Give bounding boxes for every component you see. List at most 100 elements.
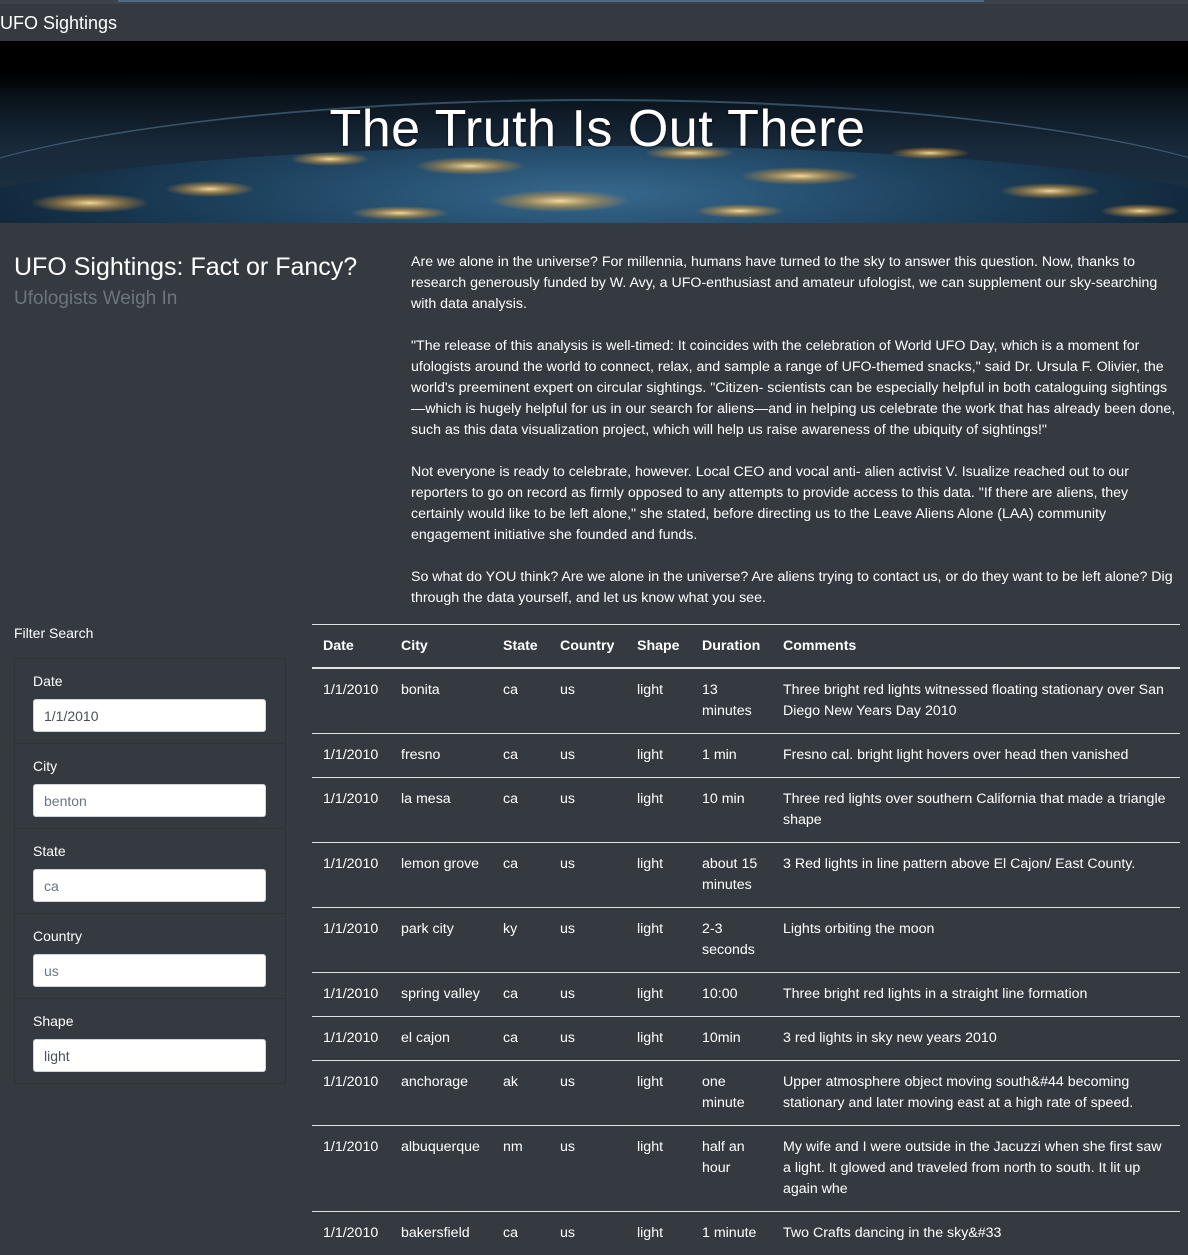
article-paragraph: "The release of this analysis is well-ti… bbox=[411, 336, 1181, 441]
cell-state: ky bbox=[492, 908, 549, 973]
cell-duration: 1 minute bbox=[691, 1212, 772, 1255]
table-row: 1/1/2010lemon grovecauslightabout 15 min… bbox=[312, 843, 1180, 908]
cell-city: anchorage bbox=[390, 1061, 492, 1126]
cell-city: albuquerque bbox=[390, 1126, 492, 1212]
cell-duration: 13 minutes bbox=[691, 668, 772, 734]
column-header-state: State bbox=[492, 625, 549, 669]
cell-shape: light bbox=[626, 1061, 691, 1126]
cell-country: us bbox=[549, 1017, 626, 1061]
cell-state: nm bbox=[492, 1126, 549, 1212]
table-row: 1/1/2010spring valleycauslight10:00Three… bbox=[312, 973, 1180, 1017]
table-row: 1/1/2010la mesacauslight10 minThree red … bbox=[312, 778, 1180, 843]
table-row: 1/1/2010bonitacauslight13 minutesThree b… bbox=[312, 668, 1180, 734]
cell-country: us bbox=[549, 908, 626, 973]
cell-date: 1/1/2010 bbox=[312, 1061, 390, 1126]
navbar: UFO Sightings bbox=[0, 4, 1188, 42]
cell-country: us bbox=[549, 1061, 626, 1126]
cell-city: el cajon bbox=[390, 1017, 492, 1061]
filter-search-title: Filter Search bbox=[14, 625, 93, 641]
cell-shape: light bbox=[626, 668, 691, 734]
cell-date: 1/1/2010 bbox=[312, 908, 390, 973]
cell-duration: 10 min bbox=[691, 778, 772, 843]
cell-date: 1/1/2010 bbox=[312, 843, 390, 908]
cell-date: 1/1/2010 bbox=[312, 1017, 390, 1061]
cell-state: ca bbox=[492, 973, 549, 1017]
cell-comments: 3 red lights in sky new years 2010 bbox=[772, 1017, 1180, 1061]
cell-duration: one minute bbox=[691, 1061, 772, 1126]
cell-state: ca bbox=[492, 668, 549, 734]
table-row: 1/1/2010albuquerquenmuslighthalf an hour… bbox=[312, 1126, 1180, 1212]
table-header: Date City State Country Shape Duration C… bbox=[312, 625, 1180, 669]
table-header-row: Date City State Country Shape Duration C… bbox=[312, 625, 1180, 669]
cell-city: park city bbox=[390, 908, 492, 973]
cell-comments: Upper atmosphere object moving south&#44… bbox=[772, 1061, 1180, 1126]
ufo-table: Date City State Country Shape Duration C… bbox=[312, 624, 1180, 1255]
cell-shape: light bbox=[626, 734, 691, 778]
cell-shape: light bbox=[626, 778, 691, 843]
country-input[interactable] bbox=[33, 954, 266, 987]
table-row: 1/1/2010anchorageakuslightone minuteUppe… bbox=[312, 1061, 1180, 1126]
shape-label: Shape bbox=[33, 1013, 73, 1029]
cell-comments: Three red lights over southern Californi… bbox=[772, 778, 1180, 843]
article-paragraph: So what do YOU think? Are we alone in th… bbox=[411, 567, 1181, 609]
filter-panel: Date City State Country Shape bbox=[14, 658, 286, 1084]
table-body: 1/1/2010bonitacauslight13 minutesThree b… bbox=[312, 668, 1180, 1255]
filter-group-shape: Shape bbox=[15, 999, 285, 1083]
cell-shape: light bbox=[626, 908, 691, 973]
column-header-duration: Duration bbox=[691, 625, 772, 669]
cell-date: 1/1/2010 bbox=[312, 734, 390, 778]
cell-country: us bbox=[549, 778, 626, 843]
cell-city: la mesa bbox=[390, 778, 492, 843]
city-input[interactable] bbox=[33, 784, 266, 817]
table-row: 1/1/2010bakersfieldcauslight1 minuteTwo … bbox=[312, 1212, 1180, 1255]
cell-country: us bbox=[549, 973, 626, 1017]
cell-duration: 10min bbox=[691, 1017, 772, 1061]
article-paragraph: Not everyone is ready to celebrate, howe… bbox=[411, 462, 1181, 546]
column-header-city: City bbox=[390, 625, 492, 669]
cell-state: ca bbox=[492, 778, 549, 843]
column-header-comments: Comments bbox=[772, 625, 1180, 669]
cell-comments: Three bright red lights witnessed floati… bbox=[772, 668, 1180, 734]
cell-date: 1/1/2010 bbox=[312, 1212, 390, 1255]
cell-country: us bbox=[549, 668, 626, 734]
city-label: City bbox=[33, 758, 57, 774]
cell-city: spring valley bbox=[390, 973, 492, 1017]
date-label: Date bbox=[33, 673, 63, 689]
cell-comments: 3 Red lights in line pattern above El Ca… bbox=[772, 843, 1180, 908]
filter-group-country: Country bbox=[15, 914, 285, 999]
cell-country: us bbox=[549, 734, 626, 778]
cell-state: ak bbox=[492, 1061, 549, 1126]
navbar-brand[interactable]: UFO Sightings bbox=[0, 13, 117, 34]
page-heading: UFO Sightings: Fact or Fancy? bbox=[14, 253, 357, 282]
cell-duration: half an hour bbox=[691, 1126, 772, 1212]
cell-duration: 1 min bbox=[691, 734, 772, 778]
cell-comments: Two Crafts dancing in the sky&#33 bbox=[772, 1212, 1180, 1255]
top-edge-bar bbox=[118, 0, 984, 2]
cell-shape: light bbox=[626, 843, 691, 908]
state-label: State bbox=[33, 843, 66, 859]
cell-city: bonita bbox=[390, 668, 492, 734]
cell-shape: light bbox=[626, 1017, 691, 1061]
cell-comments: Lights orbiting the moon bbox=[772, 908, 1180, 973]
cell-city: fresno bbox=[390, 734, 492, 778]
cell-comments: Three bright red lights in a straight li… bbox=[772, 973, 1180, 1017]
cell-state: ca bbox=[492, 1212, 549, 1255]
cell-comments: My wife and I were outside in the Jacuzz… bbox=[772, 1126, 1180, 1212]
table-row: 1/1/2010el cajoncauslight10min3 red ligh… bbox=[312, 1017, 1180, 1061]
hero-title: The Truth Is Out There bbox=[0, 99, 1188, 159]
cell-country: us bbox=[549, 1126, 626, 1212]
cell-city: lemon grove bbox=[390, 843, 492, 908]
cell-date: 1/1/2010 bbox=[312, 1126, 390, 1212]
cell-state: ca bbox=[492, 1017, 549, 1061]
date-input[interactable] bbox=[33, 699, 266, 732]
cell-country: us bbox=[549, 1212, 626, 1255]
cell-shape: light bbox=[626, 1212, 691, 1255]
hero-banner: The Truth Is Out There bbox=[0, 41, 1188, 223]
cell-duration: 10:00 bbox=[691, 973, 772, 1017]
cell-shape: light bbox=[626, 1126, 691, 1212]
cell-state: ca bbox=[492, 734, 549, 778]
state-input[interactable] bbox=[33, 869, 266, 902]
filter-group-city: City bbox=[15, 744, 285, 829]
shape-input[interactable] bbox=[33, 1039, 266, 1072]
filter-group-date: Date bbox=[15, 659, 285, 744]
